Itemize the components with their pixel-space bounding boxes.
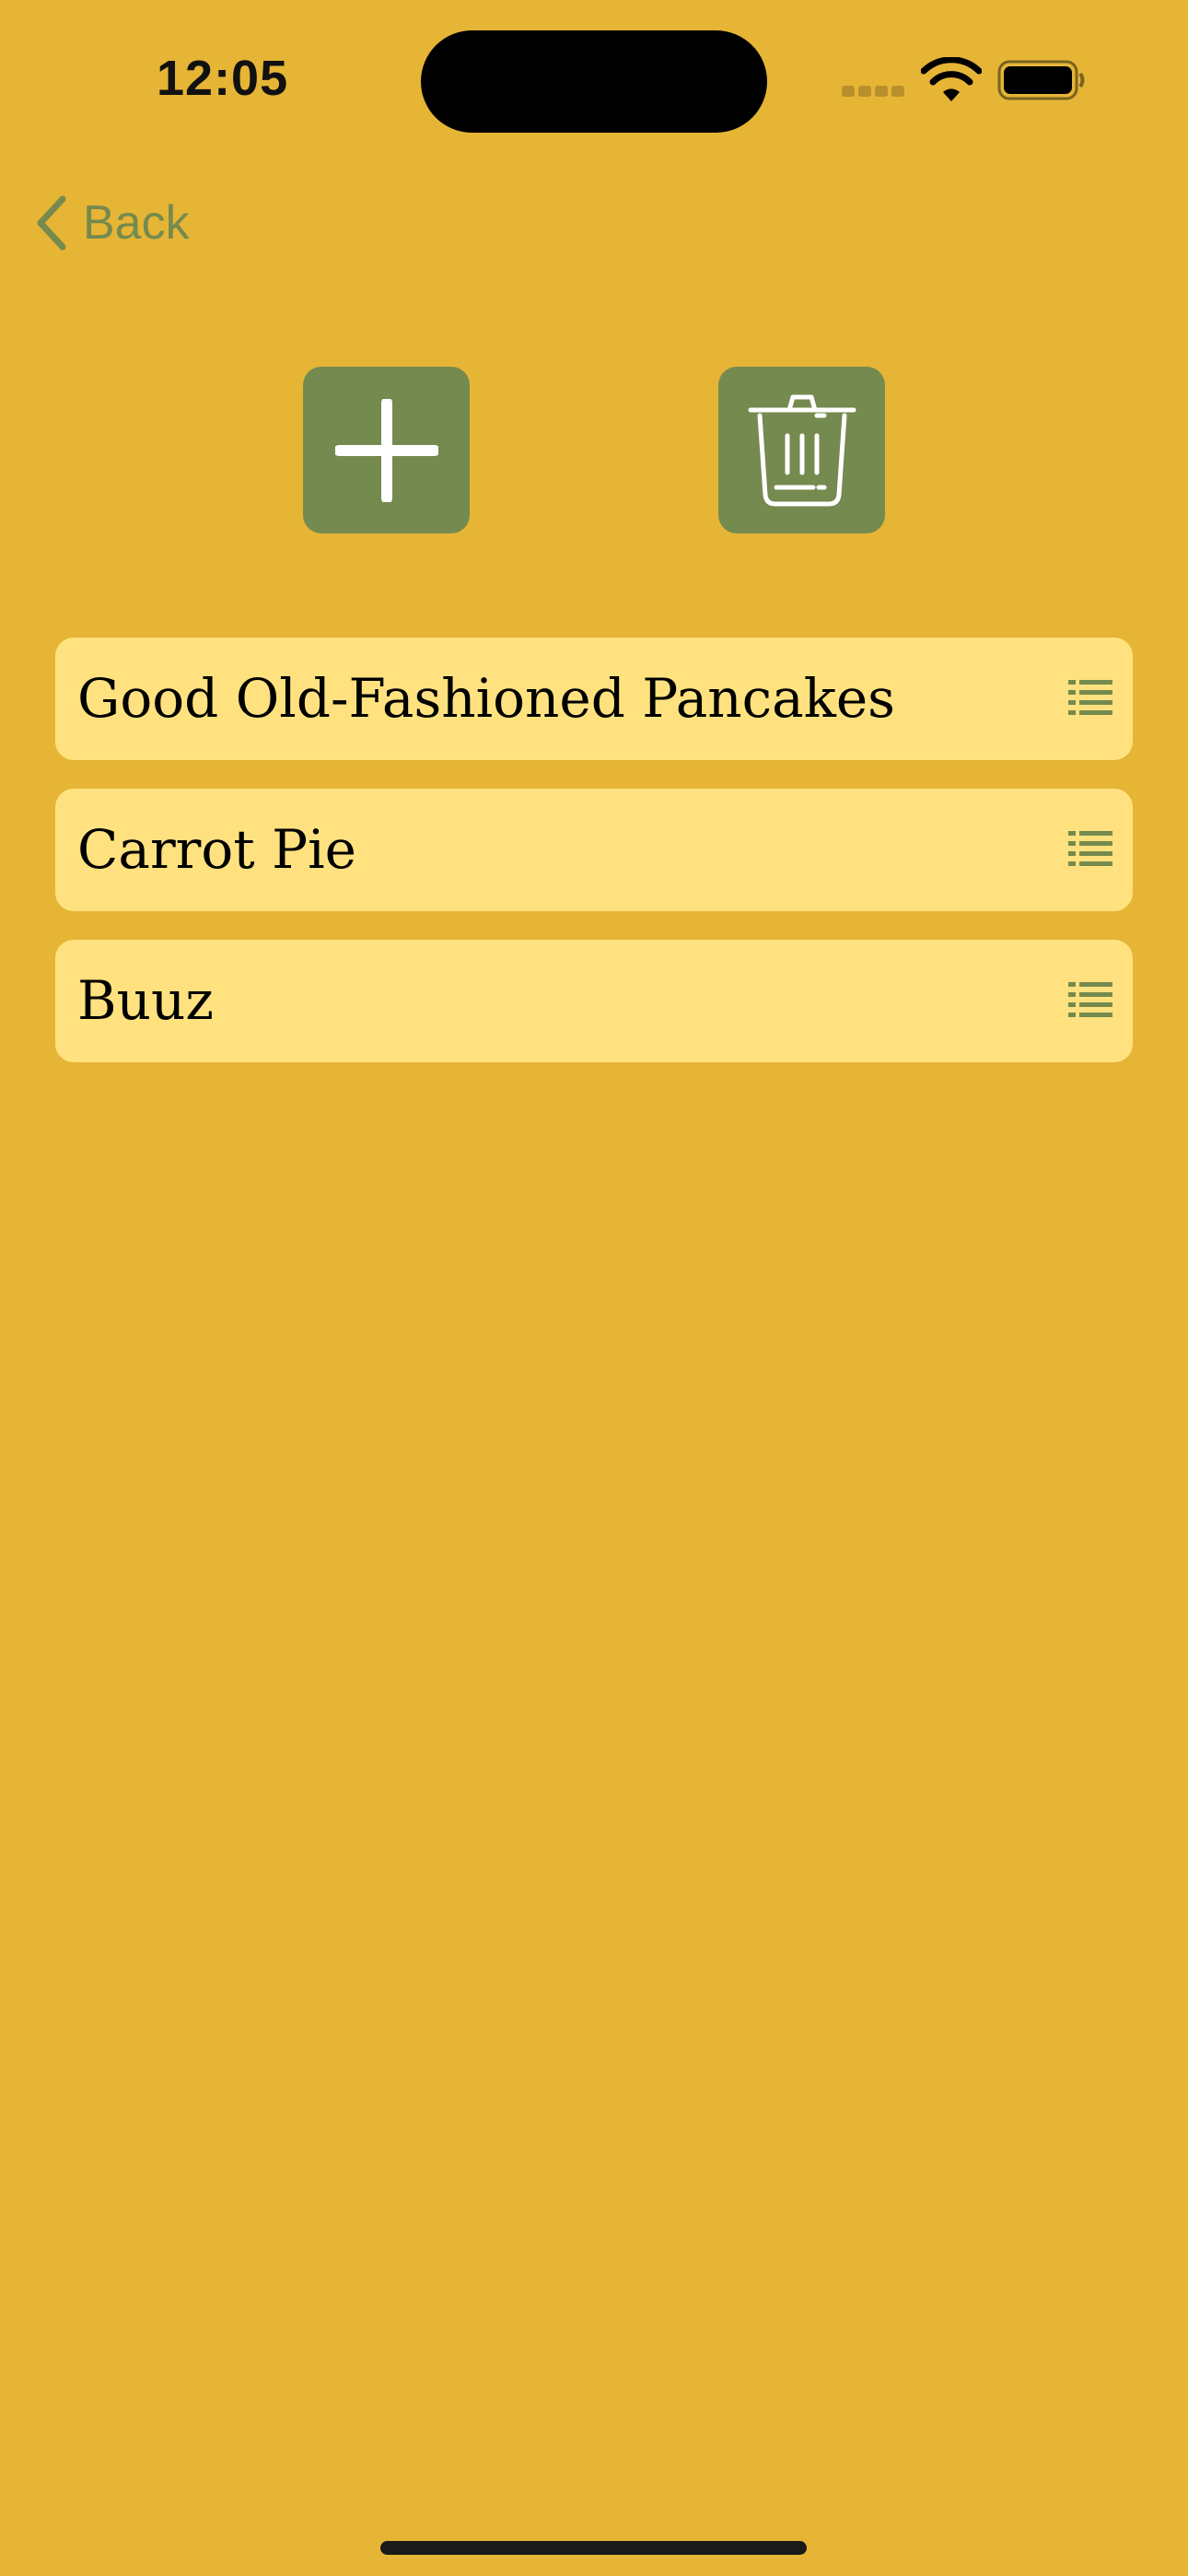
dynamic-island bbox=[421, 30, 767, 133]
list-icon bbox=[1068, 982, 1112, 1017]
recipe-title: Carrot Pie bbox=[77, 818, 356, 881]
wifi-icon bbox=[921, 57, 982, 101]
recipe-title: Good Old-Fashioned Pancakes bbox=[77, 667, 895, 730]
home-indicator[interactable] bbox=[380, 2541, 807, 2555]
list-icon bbox=[1068, 831, 1112, 866]
back-label: Back bbox=[83, 196, 190, 250]
recipe-row[interactable]: Good Old-Fashioned Pancakes bbox=[55, 638, 1133, 760]
battery-icon bbox=[997, 60, 1085, 100]
signal-icon bbox=[842, 86, 906, 99]
status-bar: 12:05 bbox=[0, 0, 1188, 157]
recipe-list: Good Old-Fashioned Pancakes Carrot Pie B… bbox=[55, 638, 1133, 1091]
status-time: 12:05 bbox=[157, 51, 289, 106]
add-recipe-button[interactable] bbox=[303, 367, 470, 533]
chevron-left-icon bbox=[37, 195, 66, 251]
recipe-title: Buuz bbox=[77, 969, 214, 1032]
recipe-row[interactable]: Carrot Pie bbox=[55, 789, 1133, 911]
trash-icon bbox=[748, 394, 856, 506]
back-button[interactable]: Back bbox=[33, 186, 190, 260]
list-icon bbox=[1068, 680, 1112, 715]
delete-recipe-button[interactable] bbox=[718, 367, 885, 533]
plus-icon bbox=[334, 398, 438, 502]
recipe-row[interactable]: Buuz bbox=[55, 940, 1133, 1062]
